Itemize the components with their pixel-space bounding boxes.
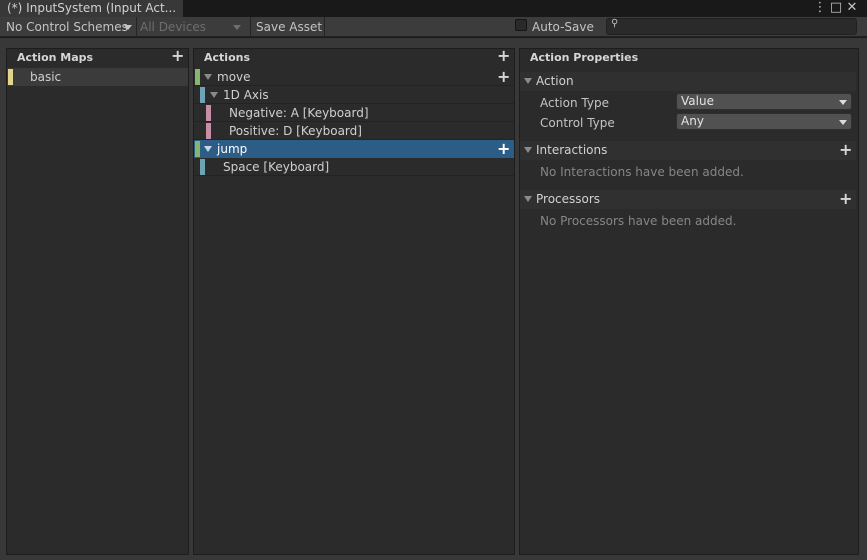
binding-label: Space [Keyboard] <box>223 160 330 174</box>
close-icon[interactable]: ✕ <box>845 0 859 15</box>
part-color-stripe <box>206 123 211 139</box>
action-type-dropdown[interactable]: Value <box>676 93 852 110</box>
control-type-value: Any <box>681 114 704 128</box>
auto-save-label: Auto-Save <box>532 20 594 34</box>
control-schemes-dropdown[interactable]: No Control Schemes <box>6 17 128 37</box>
interactions-empty-text: No Interactions have been added. <box>540 165 744 179</box>
action-type-value: Value <box>681 94 714 108</box>
processors-section-title: Processors <box>536 192 601 206</box>
add-binding-icon[interactable]: + <box>497 69 510 85</box>
interactions-section-title: Interactions <box>536 143 608 157</box>
toolbar-divider <box>136 17 137 37</box>
control-type-label: Control Type <box>540 116 615 130</box>
collapse-triangle-icon[interactable] <box>524 196 532 202</box>
toolbar-divider <box>250 17 251 37</box>
auto-save-checkbox[interactable] <box>515 19 527 31</box>
action-maps-panel <box>6 48 189 555</box>
toolbar-divider <box>324 17 325 37</box>
binding-label: Positive: D [Keyboard] <box>229 124 362 138</box>
action-color-stripe <box>195 141 200 157</box>
chevron-down-icon <box>839 100 847 105</box>
more-menu-icon[interactable]: ⋮ <box>813 0 827 15</box>
search-icon: ⚲ <box>611 18 619 29</box>
collapse-triangle-icon[interactable] <box>524 78 532 84</box>
expand-triangle-icon[interactable] <box>204 146 212 152</box>
window-tab[interactable]: (*) InputSystem (Input Act... <box>0 0 183 17</box>
part-color-stripe <box>206 105 211 121</box>
expand-triangle-icon[interactable] <box>210 92 218 98</box>
action-label: move <box>217 70 251 84</box>
search-input[interactable]: ⚲ <box>606 18 857 35</box>
action-map-color-stripe <box>8 69 13 85</box>
action-properties-header: Action Properties <box>530 51 639 64</box>
control-type-dropdown[interactable]: Any <box>676 113 852 130</box>
action-label: jump <box>217 142 248 156</box>
binding-color-stripe <box>200 87 205 103</box>
composite-label: 1D Axis <box>223 88 269 102</box>
binding-label: Negative: A [Keyboard] <box>229 106 369 120</box>
devices-dropdown[interactable]: All Devices <box>140 17 206 37</box>
add-interaction-icon[interactable]: + <box>839 142 852 158</box>
chevron-down-icon <box>839 120 847 125</box>
action-map-label: basic <box>30 70 62 84</box>
collapse-triangle-icon[interactable] <box>524 147 532 153</box>
add-action-map-icon[interactable]: + <box>171 48 184 64</box>
maximize-icon[interactable]: □ <box>829 0 843 15</box>
action-type-label: Action Type <box>540 96 609 110</box>
control-schemes-chevron-down-icon <box>124 25 132 30</box>
add-binding-icon[interactable]: + <box>497 141 510 157</box>
binding-color-stripe <box>200 159 205 175</box>
save-asset-button[interactable]: Save Asset <box>256 17 322 37</box>
processors-empty-text: No Processors have been added. <box>540 214 737 228</box>
control-schemes-label: No Control Schemes <box>6 20 128 34</box>
add-processor-icon[interactable]: + <box>839 191 852 207</box>
action-color-stripe <box>195 69 200 85</box>
add-action-icon[interactable]: + <box>497 48 510 64</box>
devices-label: All Devices <box>140 20 206 34</box>
actions-header: Actions <box>204 51 250 64</box>
expand-triangle-icon[interactable] <box>204 74 212 80</box>
action-section-title: Action <box>536 74 574 88</box>
action-maps-header: Action Maps <box>17 51 94 64</box>
devices-chevron-down-icon <box>233 25 241 30</box>
